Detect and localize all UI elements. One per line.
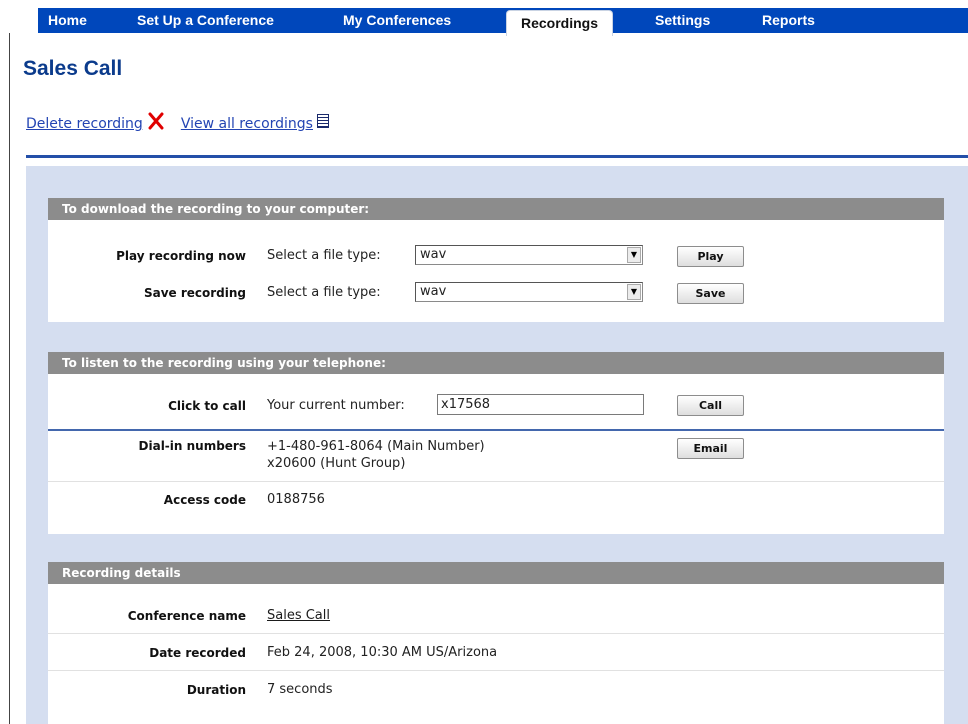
nav-reports[interactable]: Reports	[762, 8, 815, 33]
view-all-recordings-link[interactable]: View all recordings	[181, 116, 313, 132]
save-file-type-select[interactable]: wav ▼	[415, 282, 643, 302]
conference-name-row: Conference name Sales Call	[48, 584, 944, 633]
download-panel-header: To download the recording to your comput…	[48, 198, 944, 220]
list-icon[interactable]	[316, 114, 329, 128]
header-separator	[26, 155, 968, 158]
play-file-type-select[interactable]: wav ▼	[415, 245, 643, 265]
save-recording-label: Save recording	[143, 286, 246, 300]
left-border-line	[9, 33, 10, 724]
content-area: To download the recording to your comput…	[26, 166, 968, 724]
current-number-input[interactable]: x17568	[437, 394, 644, 415]
nav-home[interactable]: Home	[48, 8, 87, 33]
access-code-label: Access code	[163, 493, 246, 507]
save-file-type-prompt: Select a file type:	[267, 285, 381, 300]
download-rows: Play recording now Select a file type: w…	[48, 220, 944, 322]
save-button[interactable]: Save	[677, 283, 744, 304]
call-button[interactable]: Call	[677, 395, 744, 416]
dial-in-label: Dial-in numbers	[138, 439, 246, 453]
telephone-panel-header: To listen to the recording using your te…	[48, 352, 944, 374]
conference-name-link[interactable]: Sales Call	[267, 608, 330, 623]
details-panel: Recording details Conference name Sales …	[48, 562, 944, 724]
play-file-type-value: wav	[420, 247, 447, 262]
nav-set-up-conference[interactable]: Set Up a Conference	[137, 8, 274, 33]
save-file-type-value: wav	[420, 284, 447, 299]
play-recording-label: Play recording now	[116, 249, 246, 263]
details-panel-header: Recording details	[48, 562, 944, 584]
dial-in-main-number: +1-480-961-8064 (Main Number)	[267, 439, 485, 454]
recording-actions: Delete recording View all recordings	[26, 112, 329, 132]
chevron-down-icon[interactable]: ▼	[627, 284, 641, 300]
dial-in-hunt-group: x20600 (Hunt Group)	[267, 456, 406, 471]
email-button[interactable]: Email	[677, 438, 744, 459]
nav-recordings[interactable]: Recordings	[506, 10, 614, 36]
nav-settings[interactable]: Settings	[655, 8, 710, 33]
click-to-call-row: Click to call Your current number: x1756…	[48, 374, 944, 429]
access-code-row: Access code 0188756	[48, 481, 944, 534]
chevron-down-icon[interactable]: ▼	[627, 247, 641, 263]
play-button[interactable]: Play	[677, 246, 744, 267]
download-panel: To download the recording to your comput…	[48, 198, 944, 322]
red-x-icon[interactable]	[147, 112, 165, 130]
duration-value: 7 seconds	[267, 682, 333, 697]
duration-label: Duration	[186, 683, 246, 697]
click-to-call-label: Click to call	[168, 399, 246, 413]
telephone-panel: To listen to the recording using your te…	[48, 352, 944, 534]
dial-in-row: Dial-in numbers +1-480-961-8064 (Main Nu…	[48, 429, 944, 481]
date-recorded-row: Date recorded Feb 24, 2008, 10:30 AM US/…	[48, 633, 944, 670]
delete-recording-link[interactable]: Delete recording	[26, 116, 143, 132]
top-navigation: Home Set Up a Conference My Conferences …	[0, 0, 968, 36]
nav-my-conferences[interactable]: My Conferences	[343, 8, 451, 33]
date-recorded-value: Feb 24, 2008, 10:30 AM US/Arizona	[267, 645, 498, 660]
conference-name-label: Conference name	[127, 609, 246, 623]
conference-name-value: Sales Call	[267, 608, 330, 623]
current-number-prompt: Your current number:	[267, 398, 405, 413]
access-code-value: 0188756	[267, 492, 325, 507]
duration-row: Duration 7 seconds	[48, 670, 944, 721]
page-title: Sales Call	[23, 57, 123, 80]
play-file-type-prompt: Select a file type:	[267, 248, 381, 263]
date-recorded-label: Date recorded	[149, 646, 246, 660]
